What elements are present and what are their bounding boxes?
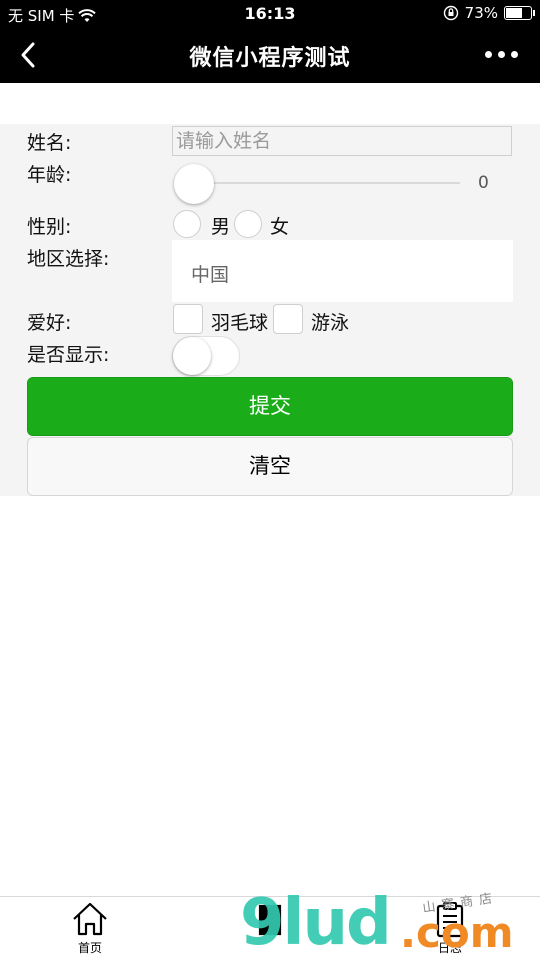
- tab-document[interactable]: [240, 899, 300, 939]
- nav-bar: 微信小程序测试: [0, 28, 540, 83]
- region-picker[interactable]: 中国: [172, 240, 513, 302]
- more-dots-icon[interactable]: [485, 51, 518, 58]
- region-value: 中国: [191, 264, 230, 286]
- name-input[interactable]: 请输入姓名: [172, 126, 512, 156]
- hobby-checkbox-swimming[interactable]: [273, 304, 303, 334]
- tab-home[interactable]: 首页: [60, 899, 120, 956]
- hobby-label: 爱好:: [27, 312, 72, 334]
- tab-bar: 首页 日志: [0, 896, 540, 961]
- gender-option-female: 女: [270, 216, 290, 238]
- age-slider-thumb[interactable]: [174, 164, 214, 204]
- tab-home-label: 首页: [77, 941, 102, 955]
- age-slider-track[interactable]: [196, 182, 460, 184]
- page-title: 微信小程序测试: [189, 46, 351, 71]
- name-label: 姓名:: [27, 132, 72, 154]
- document-icon: [258, 904, 282, 936]
- show-label: 是否显示:: [27, 344, 110, 366]
- status-bar: 无 SIM 卡 16:13 73%: [0, 0, 540, 28]
- gender-option-male: 男: [211, 216, 231, 238]
- gender-label: 性别:: [27, 216, 72, 238]
- battery-icon: [504, 6, 535, 20]
- home-icon: [73, 902, 107, 936]
- gender-radio-female[interactable]: [234, 210, 262, 238]
- region-label: 地区选择:: [27, 248, 110, 270]
- tab-log-label: 日志: [437, 941, 462, 955]
- orientation-lock-icon: [443, 5, 458, 21]
- tab-log[interactable]: 日志: [420, 899, 480, 956]
- clipboard-icon: [436, 902, 464, 938]
- hobby-option-badminton: 羽毛球: [211, 312, 269, 334]
- battery-percent: 73%: [464, 4, 498, 22]
- form: 姓名: 请输入姓名 年龄: 0 性别: 男 女 地区选择: 中国 爱好: 羽毛球…: [0, 124, 540, 496]
- gender-radio-male[interactable]: [173, 210, 201, 238]
- age-value: 0: [478, 173, 489, 193]
- hobby-option-swimming: 游泳: [311, 312, 350, 334]
- hobby-checkbox-badminton[interactable]: [173, 304, 203, 334]
- status-right: 73%: [443, 4, 535, 22]
- switch-knob: [173, 337, 211, 375]
- show-switch[interactable]: [172, 336, 240, 376]
- age-label: 年龄:: [27, 164, 72, 186]
- clear-button[interactable]: 清空: [27, 437, 513, 496]
- submit-button[interactable]: 提交: [27, 377, 513, 436]
